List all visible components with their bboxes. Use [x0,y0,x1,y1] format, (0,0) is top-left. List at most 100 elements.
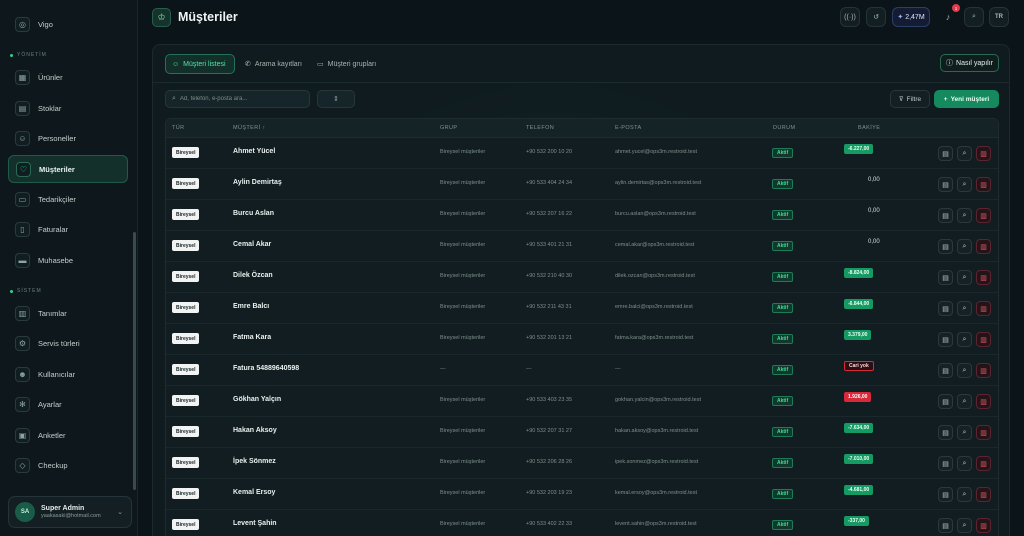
delete-button[interactable]: ▥ [976,394,991,409]
tab-arama-kayitlari[interactable]: ✆ Arama kayıtları [239,54,308,74]
sidebar-item-urunler[interactable]: ▦ Ürünler [8,63,128,91]
ledger-button[interactable]: ▤ [938,177,953,192]
table-row[interactable]: Bireysel Emre Balcı Bireysel müşteriler +90… [166,293,998,324]
delete-button[interactable]: ▥ [976,456,991,471]
customer-name[interactable]: Cemal Akar [233,241,271,248]
table-row[interactable]: Bireysel İpek Sönmez Bireysel müşteriler +9… [166,448,998,479]
ledger-button[interactable]: ▤ [938,208,953,223]
view-button[interactable]: ⌕ [957,146,972,161]
ledger-button[interactable]: ▤ [938,363,953,378]
ledger-button[interactable]: ▤ [938,394,953,409]
notifications-button[interactable]: ♪ 1 [938,4,960,27]
delete-button[interactable]: ▥ [976,239,991,254]
sidebar-item-stoklar[interactable]: ▤ Stoklar [8,94,128,122]
help-button[interactable]: ⓘ Nasıl yapılır [940,54,999,72]
column-header-balance[interactable]: BAKİYE [858,125,880,131]
tab-musteri-gruplari[interactable]: ▭ Müşteri grupları [311,54,382,74]
view-button[interactable]: ⌕ [957,301,972,316]
balance-button[interactable]: ✦ 2,47M [892,7,930,27]
view-button[interactable]: ⌕ [957,456,972,471]
table-row[interactable]: Bireysel Fatura 54889640598 — — — Aktif Cari y… [166,355,998,386]
group-select[interactable]: ⇕ [317,90,355,108]
view-button[interactable]: ⌕ [957,394,972,409]
view-button[interactable]: ⌕ [957,177,972,192]
search-box[interactable]: ⌕ [165,90,310,108]
delete-button[interactable]: ▥ [976,363,991,378]
ledger-button[interactable]: ▤ [938,301,953,316]
signal-button[interactable]: ((·)) [840,7,860,27]
delete-button[interactable]: ▥ [976,425,991,440]
table-row[interactable]: Bireysel Dilek Özcan Bireysel müşteriler +9… [166,262,998,293]
delete-button[interactable]: ▥ [976,146,991,161]
sidebar-scrollbar[interactable] [133,232,136,490]
ledger-button[interactable]: ▤ [938,270,953,285]
customer-name[interactable]: Dilek Özcan [233,272,273,279]
sidebar-item-musteriler[interactable]: ♡ Müşteriler [8,155,128,183]
delete-button[interactable]: ▥ [976,332,991,347]
view-button[interactable]: ⌕ [957,239,972,254]
customer-name[interactable]: Aylin Demirtaş [233,179,282,186]
table-row[interactable]: Bireysel Burcu Aslan Bireysel müşteriler +9… [166,200,998,231]
customer-name[interactable]: Kemal Ersoy [233,489,275,496]
ledger-button[interactable]: ▤ [938,487,953,502]
ledger-button[interactable]: ▤ [938,456,953,471]
column-header-status[interactable]: DURUM [773,125,795,131]
sidebar-item-personeller[interactable]: ☺ Personeller [8,124,128,152]
customer-name[interactable]: İpek Sönmez [233,458,276,465]
table-row[interactable]: Bireysel Aylin Demirtaş Bireysel müşterile… [166,169,998,200]
tab-musteri-listesi[interactable]: ☺ Müşteri listesi [165,54,235,74]
customer-name[interactable]: Levent Şahin [233,520,277,527]
column-header-group[interactable]: GRUP [440,125,458,131]
column-header-email[interactable]: E-POSTA [615,125,642,131]
ledger-button[interactable]: ▤ [938,332,953,347]
sidebar-item-anketler[interactable]: ▣ Anketler [8,421,128,449]
column-header-phone[interactable]: TELEFON [526,125,554,131]
customer-name[interactable]: Fatma Kara [233,334,271,341]
filter-button[interactable]: ⊽ Filtre [890,90,930,108]
view-button[interactable]: ⌕ [957,518,972,533]
sidebar-item-faturalar[interactable]: ▯ Faturalar [8,215,128,243]
delete-button[interactable]: ▥ [976,208,991,223]
table-row[interactable]: Bireysel Gökhan Yalçın Bireysel müşteriler… [166,386,998,417]
ledger-button[interactable]: ▤ [938,425,953,440]
sidebar-item-servis-turleri[interactable]: ⚙ Servis türleri [8,329,128,357]
view-button[interactable]: ⌕ [957,487,972,502]
sidebar-item-muhasebe[interactable]: ▬ Muhasebe [8,246,128,274]
sidebar-item-checkup[interactable]: ◇ Checkup [8,451,128,479]
customer-name[interactable]: Fatura 54889640598 [233,365,299,372]
user-menu[interactable]: SA Super Admin yaakasaki@hotmail.com ⌄ [8,496,132,528]
customer-name[interactable]: Emre Balcı [233,303,269,310]
new-customer-button[interactable]: + Yeni müşteri [934,90,999,108]
column-header-type[interactable]: TÜR [172,125,185,131]
delete-button[interactable]: ▥ [976,518,991,533]
view-button[interactable]: ⌕ [957,270,972,285]
delete-button[interactable]: ▥ [976,301,991,316]
language-button[interactable]: TR [989,7,1009,27]
search-button[interactable]: ⌕ [964,7,984,27]
ledger-button[interactable]: ▤ [938,518,953,533]
view-button[interactable]: ⌕ [957,425,972,440]
sidebar-item-kullanicilar[interactable]: ☻ Kullanıcılar [8,360,128,388]
sidebar-item-vigo[interactable]: ◎ Vigo [8,10,128,38]
sidebar-item-tanimlar[interactable]: ▥ Tanımlar [8,299,128,327]
history-button[interactable]: ↺ [866,7,886,27]
column-header-customer[interactable]: MÜŞTERİ ↑ [233,125,266,131]
ledger-button[interactable]: ▤ [938,146,953,161]
delete-button[interactable]: ▥ [976,270,991,285]
ledger-button[interactable]: ▤ [938,239,953,254]
table-row[interactable]: Bireysel Levent Şahin Bireysel müşteriler +… [166,510,998,536]
delete-button[interactable]: ▥ [976,487,991,502]
view-button[interactable]: ⌕ [957,208,972,223]
customer-name[interactable]: Burcu Aslan [233,210,274,217]
table-row[interactable]: Bireysel Fatma Kara Bireysel müşteriler +90… [166,324,998,355]
delete-button[interactable]: ▥ [976,177,991,192]
customer-name[interactable]: Ahmet Yücel [233,148,275,155]
sidebar-item-ayarlar[interactable]: ✻ Ayarlar [8,390,128,418]
search-input[interactable] [179,96,300,102]
customer-name[interactable]: Hakan Aksoy [233,427,277,434]
view-button[interactable]: ⌕ [957,332,972,347]
table-row[interactable]: Bireysel Kemal Ersoy Bireysel müşteriler +9… [166,479,998,510]
sidebar-item-tedarikciler[interactable]: ▭ Tedarikçiler [8,185,128,213]
table-row[interactable]: Bireysel Ahmet Yücel Bireysel müşteriler +9… [166,138,998,169]
table-row[interactable]: Bireysel Hakan Aksoy Bireysel müşteriler +9… [166,417,998,448]
